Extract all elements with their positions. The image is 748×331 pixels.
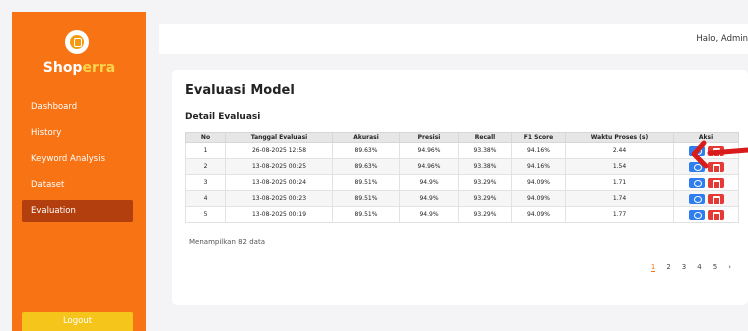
brand-name-part2: erra bbox=[82, 60, 116, 76]
cell-actions bbox=[673, 190, 739, 207]
cell-recall: 93.38% bbox=[458, 142, 512, 159]
table-row: 3 13-08-2025 00:24 89.51% 94.9% 93.29% 9… bbox=[185, 174, 739, 191]
cell-accuracy: 89.51% bbox=[332, 206, 400, 223]
cell-process-time: 1.74 bbox=[565, 190, 674, 207]
cell-f1: 94.09% bbox=[511, 190, 566, 207]
sidebar-item-dataset[interactable]: Dataset bbox=[12, 174, 146, 196]
section-title: Detail Evaluasi bbox=[185, 112, 261, 122]
cell-accuracy: 89.51% bbox=[332, 174, 400, 191]
cell-recall: 93.29% bbox=[458, 206, 512, 223]
annotation-arrow-icon bbox=[691, 140, 748, 169]
page-link-3[interactable]: 3 bbox=[682, 263, 686, 272]
trash-icon[interactable] bbox=[707, 177, 724, 189]
record-count: Menampilkan 82 data bbox=[189, 238, 266, 246]
cell-accuracy: 89.51% bbox=[332, 190, 400, 207]
cell-f1: 94.09% bbox=[511, 174, 566, 191]
cell-actions bbox=[673, 206, 739, 223]
cell-date: 13-08-2025 00:19 bbox=[225, 206, 333, 223]
cell-precision: 94.96% bbox=[399, 142, 459, 159]
sidebar-item-history[interactable]: History bbox=[12, 122, 146, 144]
page-link-1[interactable]: 1 bbox=[650, 263, 656, 272]
sidebar-nav: Dashboard History Keyword Analysis Datas… bbox=[12, 96, 146, 226]
cell-process-time: 1.71 bbox=[565, 174, 674, 191]
cell-process-time: 1.77 bbox=[565, 206, 674, 223]
column-header-precision: Presisi bbox=[399, 132, 459, 143]
table-row: 1 26-08-2025 12:58 89.63% 94.96% 93.38% … bbox=[185, 142, 739, 159]
eye-icon[interactable] bbox=[688, 193, 705, 204]
eye-icon[interactable] bbox=[688, 209, 705, 220]
column-header-accuracy: Akurasi bbox=[332, 132, 400, 143]
brand-name: Shoperra bbox=[12, 60, 146, 76]
shopping-bag-icon bbox=[70, 35, 84, 49]
table-row: 2 13-08-2025 00:25 89.63% 94.96% 93.38% … bbox=[185, 158, 739, 175]
cell-precision: 94.9% bbox=[399, 206, 459, 223]
logo bbox=[65, 30, 89, 54]
page-link-4[interactable]: 4 bbox=[697, 263, 701, 272]
cell-recall: 93.38% bbox=[458, 158, 512, 175]
column-header-recall: Recall bbox=[458, 132, 512, 143]
sidebar-item-dashboard[interactable]: Dashboard bbox=[12, 96, 146, 118]
column-header-process-time: Waktu Proses (s) bbox=[565, 132, 674, 143]
eye-icon[interactable] bbox=[688, 177, 705, 188]
cell-no: 1 bbox=[185, 142, 226, 159]
greeting: Halo, Admin bbox=[696, 34, 748, 44]
cell-actions bbox=[673, 174, 739, 191]
table-row: 5 13-08-2025 00:19 89.51% 94.9% 93.29% 9… bbox=[185, 206, 739, 223]
cell-recall: 93.29% bbox=[458, 174, 512, 191]
topbar: Halo, Admin bbox=[159, 24, 748, 54]
cell-f1: 94.16% bbox=[511, 158, 566, 175]
cell-no: 3 bbox=[185, 174, 226, 191]
cell-date: 13-08-2025 00:23 bbox=[225, 190, 333, 207]
logout-button[interactable]: Logout bbox=[22, 312, 133, 331]
cell-date: 26-08-2025 12:58 bbox=[225, 142, 333, 159]
cell-precision: 94.9% bbox=[399, 174, 459, 191]
sidebar: Shoperra Dashboard History Keyword Analy… bbox=[12, 12, 146, 331]
cell-accuracy: 89.63% bbox=[332, 158, 400, 175]
cell-f1: 94.09% bbox=[511, 206, 566, 223]
table-row: 4 13-08-2025 00:23 89.51% 94.9% 93.29% 9… bbox=[185, 190, 739, 207]
cell-process-time: 2.44 bbox=[565, 142, 674, 159]
cell-no: 2 bbox=[185, 158, 226, 175]
cell-process-time: 1.54 bbox=[565, 158, 674, 175]
sidebar-item-evaluation[interactable]: Evaluation bbox=[22, 200, 133, 222]
page-link-2[interactable]: 2 bbox=[666, 263, 670, 272]
brand-name-part1: Shop bbox=[42, 60, 83, 76]
cell-no: 5 bbox=[185, 206, 226, 223]
sidebar-item-keyword-analysis[interactable]: Keyword Analysis bbox=[12, 148, 146, 170]
trash-icon[interactable] bbox=[707, 193, 724, 205]
evaluation-card: Evaluasi Model Detail Evaluasi No Tangga… bbox=[172, 70, 748, 305]
table-header-row: No Tanggal Evaluasi Akurasi Presisi Reca… bbox=[185, 132, 739, 143]
cell-no: 4 bbox=[185, 190, 226, 207]
cell-accuracy: 89.63% bbox=[332, 142, 400, 159]
page-title: Evaluasi Model bbox=[185, 83, 295, 98]
trash-icon[interactable] bbox=[707, 209, 724, 221]
column-header-date: Tanggal Evaluasi bbox=[225, 132, 333, 143]
cell-precision: 94.9% bbox=[399, 190, 459, 207]
cell-date: 13-08-2025 00:24 bbox=[225, 174, 333, 191]
cell-recall: 93.29% bbox=[458, 190, 512, 207]
column-header-no: No bbox=[185, 132, 226, 143]
cell-precision: 94.96% bbox=[399, 158, 459, 175]
page-link-5[interactable]: 5 bbox=[713, 263, 717, 272]
column-header-f1: F1 Score bbox=[511, 132, 566, 143]
evaluation-table: No Tanggal Evaluasi Akurasi Presisi Reca… bbox=[185, 132, 739, 223]
page-next[interactable]: › bbox=[728, 263, 731, 272]
cell-date: 13-08-2025 00:25 bbox=[225, 158, 333, 175]
cell-f1: 94.16% bbox=[511, 142, 566, 159]
pagination: 1 2 3 4 5 › bbox=[650, 263, 731, 272]
